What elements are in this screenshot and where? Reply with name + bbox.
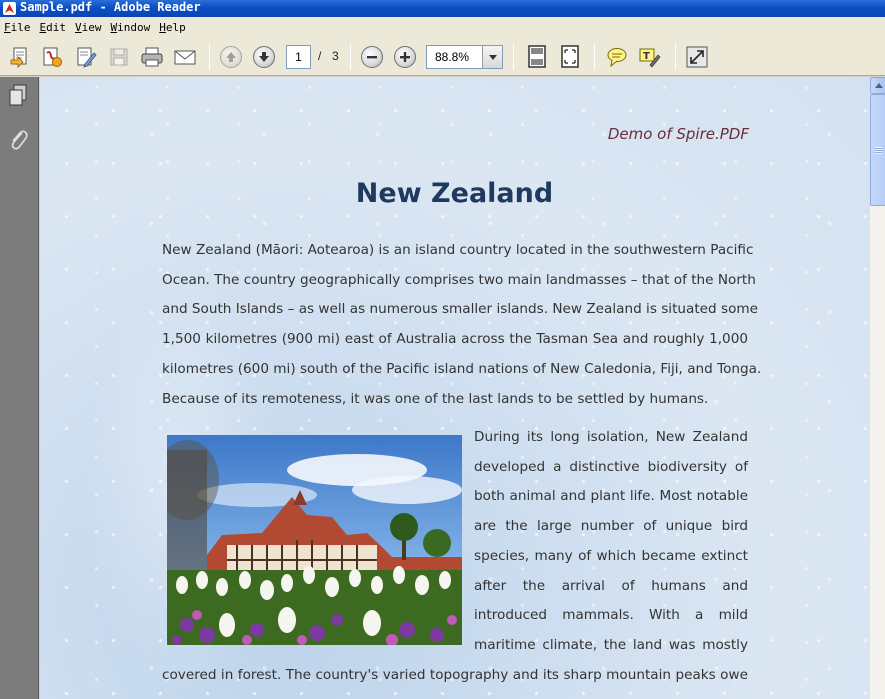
toolbar-separator: [675, 44, 676, 70]
chevron-down-icon[interactable]: [482, 46, 502, 68]
save-button[interactable]: [106, 44, 132, 70]
scroll-up-button[interactable]: [870, 77, 885, 94]
fit-page-icon: [528, 45, 546, 68]
page-separator: /: [318, 49, 322, 63]
paragraph-line: developed a distinctive biodiversity of: [474, 459, 748, 475]
vertical-scrollbar[interactable]: [869, 77, 885, 699]
print-icon: [141, 47, 163, 67]
paragraph-line: introduced mammals. With a mild: [474, 607, 748, 623]
next-page-button[interactable]: [251, 44, 277, 70]
edit-button[interactable]: [73, 44, 99, 70]
paragraph-line: are the large number of unique bird: [474, 518, 748, 534]
fit-page-button[interactable]: [524, 44, 550, 70]
comment-icon: [607, 48, 627, 68]
next-page-icon: [253, 46, 275, 68]
menu-window[interactable]: Window: [111, 21, 158, 34]
full-screen-button[interactable]: [684, 44, 710, 70]
paragraph-line: after the arrival of humans and: [474, 578, 748, 594]
attachments-button[interactable]: [6, 126, 30, 152]
navigation-pane: [0, 77, 39, 699]
create-pdf-icon: [43, 47, 62, 67]
window-title: Sample.pdf - Adobe Reader: [20, 0, 201, 14]
menu-file[interactable]: File: [4, 21, 38, 34]
menu-edit[interactable]: Edit: [40, 21, 74, 34]
paragraph-line: During its long isolation, New Zealand: [474, 429, 748, 445]
paragraph-line: New Zealand (Māori: Aotearoa) is an isla…: [162, 242, 754, 258]
toolbar-separator: [594, 44, 595, 70]
previous-page-icon: [220, 46, 242, 68]
paragraph-line: maritime climate, the land was mostly: [474, 637, 748, 653]
fit-width-button[interactable]: [557, 44, 583, 70]
paragraph-line: Because of its remoteness, it was one of…: [162, 391, 709, 407]
toolbar-separator: [350, 44, 351, 70]
zoom-in-icon: [394, 46, 416, 68]
paragraph-line: kilometres (600 mi) south of the Pacific…: [162, 361, 762, 377]
paragraph-line: and South Islands – as well as numerous …: [162, 301, 759, 317]
email-icon: [174, 50, 196, 65]
page-number-input[interactable]: 1: [286, 45, 311, 69]
zoom-value: 88.8%: [435, 50, 470, 64]
attachments-icon: [11, 130, 28, 150]
menu-bar: File Edit View Window Help: [0, 17, 885, 38]
paragraph-line: Ocean. The country geographically compri…: [162, 272, 756, 288]
comment-button[interactable]: [604, 44, 630, 70]
paragraph-line: covered in forest. The country's varied …: [162, 667, 748, 683]
new-zealand-photo: [167, 435, 462, 645]
paragraph-line: both animal and plant life. Most notable: [474, 488, 748, 504]
fit-width-icon: [561, 45, 579, 68]
document-title: New Zealand: [355, 178, 554, 209]
previous-page-button[interactable]: [218, 44, 244, 70]
page-total: 3: [332, 49, 339, 63]
menu-help[interactable]: Help: [159, 21, 193, 34]
edit-icon: [77, 47, 97, 68]
title-bar: Sample.pdf - Adobe Reader: [0, 0, 885, 17]
create-pdf-button[interactable]: [39, 44, 65, 70]
open-button[interactable]: [7, 44, 33, 70]
document-view[interactable]: Demo of Spire.PDF New Zealand New Zealan…: [40, 77, 869, 699]
email-button[interactable]: [172, 44, 198, 70]
save-icon: [110, 48, 128, 66]
toolbar-separator: [513, 44, 514, 70]
highlight-button[interactable]: T: [637, 44, 663, 70]
highlight-icon: T: [639, 48, 661, 68]
zoom-in-button[interactable]: [392, 44, 418, 70]
paragraph-line: 1,500 kilometres (900 mi) east of Austra…: [162, 331, 748, 347]
pages-button[interactable]: [6, 83, 30, 109]
open-icon: [10, 47, 27, 68]
zoom-select[interactable]: 88.8%: [426, 45, 503, 69]
zoom-out-icon: [361, 46, 383, 68]
menu-view[interactable]: View: [75, 21, 109, 34]
svg-text:T: T: [643, 51, 650, 62]
paragraph-line: species, many of which became extinct: [474, 548, 748, 564]
demo-caption: Demo of Spire.PDF: [607, 125, 749, 143]
full-screen-icon: [686, 46, 708, 68]
pages-icon: [9, 84, 27, 106]
zoom-out-button[interactable]: [359, 44, 385, 70]
toolbar-separator: [209, 44, 210, 70]
adobe-reader-icon: [3, 2, 16, 15]
scroll-thumb[interactable]: [870, 94, 885, 206]
print-button[interactable]: [139, 44, 165, 70]
